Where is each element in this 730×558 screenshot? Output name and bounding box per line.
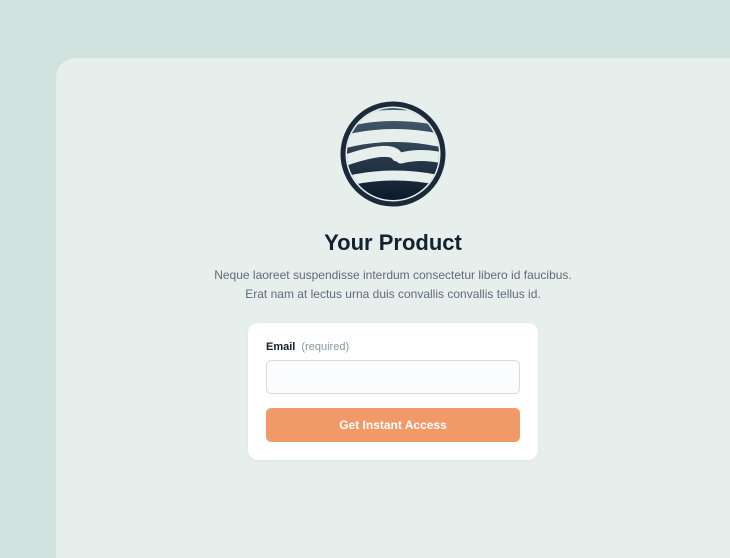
submit-button[interactable]: Get Instant Access xyxy=(266,408,520,442)
hero-card: Your Product Neque laoreet suspendisse i… xyxy=(56,58,730,558)
email-label: Email xyxy=(266,341,295,353)
product-description: Neque laoreet suspendisse interdum conse… xyxy=(213,266,573,303)
product-logo xyxy=(339,100,447,208)
planet-logo-icon xyxy=(339,100,447,208)
email-label-row: Email (required) xyxy=(266,341,520,353)
email-field[interactable] xyxy=(266,360,520,394)
signup-form: Email (required) Get Instant Access xyxy=(248,323,538,460)
email-required-hint: (required) xyxy=(301,341,349,353)
product-title: Your Product xyxy=(324,230,462,256)
